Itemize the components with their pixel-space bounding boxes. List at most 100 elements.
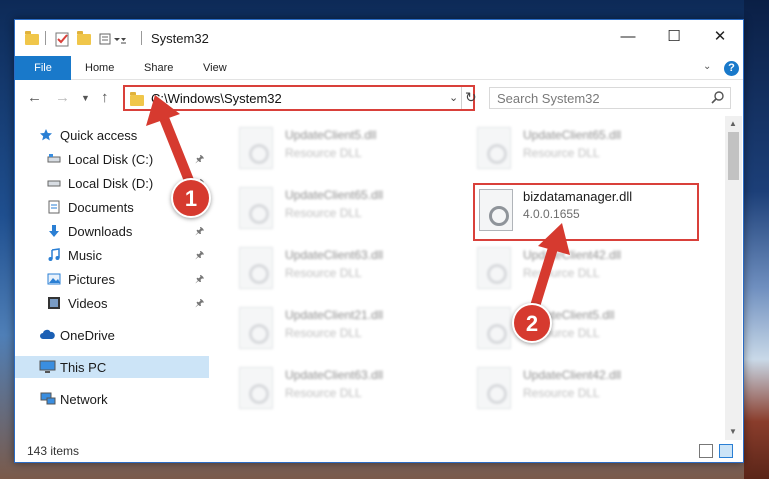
sidebar-item-pictures[interactable]: Pictures 🖈 (15, 268, 209, 290)
sidebar-item-videos[interactable]: Videos 🖈 (15, 292, 209, 314)
file-item[interactable]: UpdateClient65.dll Resource DLL (239, 184, 469, 236)
file-type: Resource DLL (285, 266, 362, 280)
sidebar-item-label: OneDrive (60, 328, 115, 343)
cloud-icon (40, 329, 55, 339)
star-icon (40, 129, 52, 141)
sidebar-item-quick-access[interactable]: Quick access (15, 124, 209, 146)
address-bar[interactable]: C:\Windows\System32 ⌄ ↻ (123, 85, 477, 111)
sidebar-item-label: Local Disk (D:) (68, 176, 154, 191)
pin-icon: 🖈 (195, 250, 205, 261)
file-item[interactable]: UpdateClient42.dll Resource DLL (477, 364, 707, 416)
sidebar-item-label: Music (68, 248, 102, 263)
scroll-up-icon[interactable]: ▲ (729, 119, 737, 128)
close-button[interactable]: ✕ (697, 20, 743, 52)
sidebar-item-this-pc[interactable]: This PC (15, 356, 209, 378)
sidebar-item-network[interactable]: Network (15, 388, 209, 410)
step-2-badge: 2 (512, 303, 552, 343)
file-type: Resource DLL (285, 326, 362, 340)
drive-icon (47, 180, 61, 187)
back-arrow-icon[interactable]: ← (27, 89, 42, 106)
file-item[interactable]: UpdateClient63.dll Resource DLL (239, 244, 469, 296)
sidebar-item-label: This PC (60, 360, 107, 375)
up-arrow-icon[interactable]: ↑ (101, 89, 109, 106)
file-list: UpdateClient5.dll Resource DLL UpdateCli… (211, 116, 725, 440)
file-item[interactable]: UpdateClient21.dll Resource DLL (239, 304, 469, 356)
navigation-pane: Quick access Local Disk (C:) 🖈 Local Dis… (15, 116, 211, 440)
separator (141, 31, 142, 45)
help-icon[interactable]: ? (724, 61, 739, 76)
customize-quick-access-icon[interactable] (99, 31, 127, 47)
pictures-icon (47, 273, 61, 285)
file-name: UpdateClient63.dll (285, 248, 384, 262)
recent-locations-icon[interactable]: ▼ (81, 93, 90, 103)
file-name: UpdateClient42.dll (523, 368, 622, 382)
item-count: 143 items (27, 444, 80, 458)
tab-view[interactable]: View (203, 56, 227, 80)
search-icon[interactable] (711, 90, 725, 104)
drive-icon (47, 154, 61, 163)
forward-arrow-icon[interactable]: → (55, 89, 70, 106)
status-bar: 143 items (15, 440, 743, 462)
dll-file-icon (239, 247, 273, 289)
file-name: UpdateClient65.dll (285, 188, 384, 202)
search-placeholder: Search System32 (497, 91, 600, 106)
file-item[interactable]: UpdateClient5.dll Resource DLL (477, 304, 707, 356)
chevron-down-icon[interactable]: ⌄ (449, 91, 458, 104)
file-type: Resource DLL (285, 206, 362, 220)
title-bar: System32 — ☐ ✕ (15, 20, 743, 56)
refresh-icon[interactable]: ↻ (465, 89, 477, 106)
tab-share[interactable]: Share (144, 56, 173, 80)
sidebar-item-downloads[interactable]: Downloads 🖈 (15, 220, 209, 242)
pin-icon: 🖈 (195, 274, 205, 285)
file-name: bizdatamanager.dll (523, 189, 633, 204)
pin-icon: 🖈 (195, 298, 205, 309)
file-item[interactable]: UpdateClient63.dll Resource DLL (239, 364, 469, 416)
file-version: 4.0.0.1655 (523, 207, 580, 221)
sidebar-item-label: Network (60, 392, 108, 407)
sidebar-item-label: Documents (68, 200, 134, 215)
separator (45, 31, 46, 45)
file-name: UpdateClient5.dll (285, 128, 377, 142)
sidebar-item-music[interactable]: Music 🖈 (15, 244, 209, 266)
downloads-icon (49, 225, 59, 237)
minimize-button[interactable]: — (605, 20, 651, 52)
file-type: Resource DLL (523, 146, 600, 160)
address-path[interactable]: C:\Windows\System32 (151, 91, 282, 106)
dll-file-icon (477, 247, 511, 289)
sidebar-item-onedrive[interactable]: OneDrive (15, 324, 209, 346)
network-icon (40, 392, 56, 405)
dll-file-icon (479, 189, 513, 231)
navigation-bar: ← → ▼ ↑ C:\Windows\System32 ⌄ ↻ Search S… (15, 81, 743, 115)
scroll-down-icon[interactable]: ▼ (729, 427, 737, 436)
file-item[interactable]: UpdateClient42.dll Resource DLL (477, 244, 707, 296)
tab-home[interactable]: Home (85, 56, 114, 80)
file-item[interactable]: UpdateClient5.dll Resource DLL (239, 124, 469, 176)
file-explorer-window: System32 — ☐ ✕ File Home Share View ⌄ ? … (14, 19, 744, 463)
tab-file[interactable]: File (15, 56, 71, 80)
file-type: Resource DLL (523, 386, 600, 400)
large-icons-view-icon[interactable] (719, 444, 733, 458)
sidebar-item-label: Local Disk (C:) (68, 152, 154, 167)
window-title: System32 (151, 31, 209, 46)
file-name: UpdateClient65.dll (523, 128, 622, 142)
sidebar-item-local-disk-c[interactable]: Local Disk (C:) 🖈 (15, 148, 209, 170)
file-item[interactable]: UpdateClient65.dll Resource DLL (477, 124, 707, 176)
pin-icon: 🖈 (195, 154, 205, 165)
sidebar-item-label: Downloads (68, 224, 133, 239)
properties-icon[interactable] (55, 31, 69, 47)
desktop-background (744, 0, 769, 479)
maximize-button[interactable]: ☐ (651, 20, 697, 52)
vertical-scrollbar[interactable]: ▲ ▼ (725, 116, 742, 440)
details-view-icon[interactable] (699, 444, 713, 458)
bizdatamanager-file-item[interactable]: bizdatamanager.dll 4.0.0.1655 (473, 183, 699, 241)
search-input[interactable]: Search System32 (489, 87, 731, 109)
dll-file-icon (477, 367, 511, 409)
scrollbar-thumb[interactable] (728, 132, 739, 180)
expand-ribbon-icon[interactable]: ⌄ (703, 61, 711, 72)
dll-file-icon (239, 187, 273, 229)
file-name: UpdateClient63.dll (285, 368, 384, 382)
pin-icon: 🖈 (195, 226, 205, 237)
file-name: UpdateClient21.dll (285, 308, 384, 322)
documents-icon (48, 200, 60, 214)
step-1-badge: 1 (171, 178, 211, 218)
